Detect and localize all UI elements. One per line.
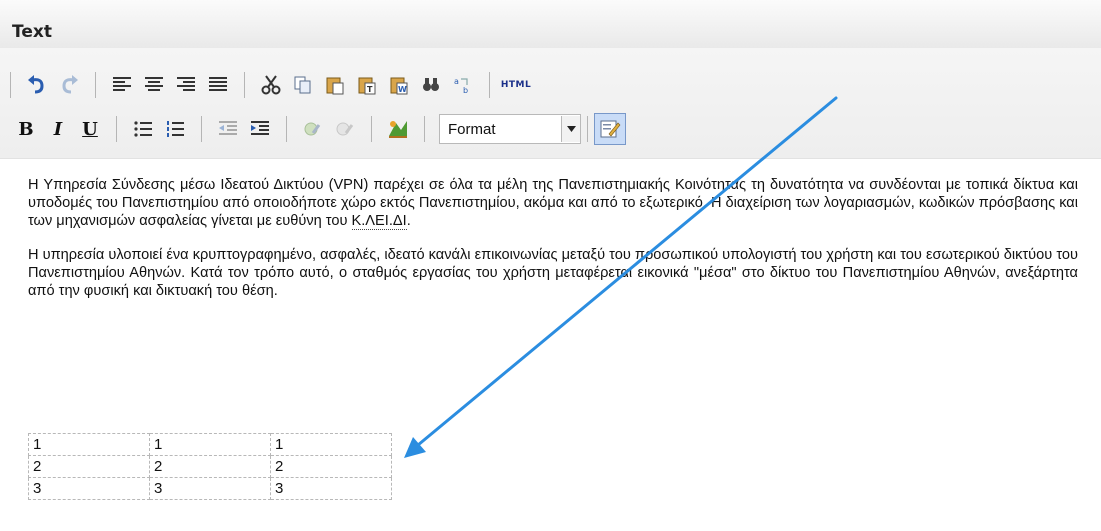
paste-text-icon: T [358, 77, 376, 95]
table-cell[interactable]: 3 [270, 477, 392, 500]
paragraph-1-end: . [406, 213, 411, 229]
align-left-button[interactable] [108, 71, 136, 99]
paragraph-1-text: Η Υπηρεσία Σύνδεσης μέσω Ιδεατού Δικτύου… [28, 177, 1078, 229]
format-select[interactable]: Format [439, 114, 581, 144]
paste-word-icon: W [390, 77, 408, 95]
pencil-edit-icon [600, 120, 621, 138]
toolbar-separator [95, 72, 96, 98]
align-center-button[interactable] [140, 71, 168, 99]
italic-button[interactable]: I [44, 115, 72, 143]
redo-icon [62, 75, 78, 94]
align-justify-icon [209, 77, 227, 91]
kleidi-abbreviation: Κ.ΛΕΙ.ΔΙ [351, 213, 407, 230]
toolbar-separator [244, 72, 245, 98]
align-center-icon [145, 77, 163, 91]
table-cell[interactable]: 2 [270, 455, 392, 478]
table-cell[interactable]: 2 [28, 455, 150, 478]
numbered-list-button[interactable] [161, 115, 189, 143]
content-paragraph-1: Η Υπηρεσία Σύνδεσης μέσω Ιδεατού Δικτύου… [28, 176, 1078, 230]
editor-header: Text [0, 0, 1101, 48]
link-icon [304, 122, 321, 136]
paste-text-button[interactable]: T [353, 71, 381, 99]
undo-icon [28, 75, 44, 94]
content-table[interactable]: 1 1 1 2 2 2 3 3 3 [28, 433, 392, 500]
format-select-value: Format [448, 120, 496, 138]
indent-icon [251, 121, 269, 135]
align-left-icon [113, 77, 131, 91]
paste-icon [326, 77, 344, 95]
table-row: 3 3 3 [28, 477, 392, 500]
find-icon [423, 78, 439, 91]
svg-text:T: T [367, 85, 373, 94]
toolbar-separator [424, 116, 425, 142]
copy-icon [294, 76, 311, 94]
cut-icon [261, 75, 281, 95]
unlink-button[interactable] [331, 115, 359, 143]
indent-button[interactable] [246, 115, 274, 143]
edit-mode-button[interactable] [594, 113, 626, 145]
toolbar-separator [489, 72, 490, 98]
align-justify-button[interactable] [204, 71, 232, 99]
svg-text:W: W [398, 85, 407, 94]
toolbar-separator [201, 116, 202, 142]
toolbar-row-1: T W a b HTML [10, 66, 532, 104]
replace-button[interactable]: a b [449, 71, 477, 99]
image-icon [389, 121, 407, 138]
find-button[interactable] [417, 71, 445, 99]
table-cell[interactable]: 1 [28, 433, 150, 456]
cut-button[interactable] [257, 71, 285, 99]
editor-title: Text [12, 22, 52, 42]
bold-button[interactable]: B [12, 115, 40, 143]
bullet-list-icon [134, 121, 152, 137]
align-right-icon [177, 77, 195, 91]
redo-button[interactable] [55, 71, 83, 99]
svg-text:b: b [463, 86, 468, 95]
align-right-button[interactable] [172, 71, 200, 99]
table-row: 1 1 1 [28, 433, 392, 456]
outdent-icon [219, 121, 237, 135]
unlink-icon [336, 122, 354, 136]
toolbar-separator [587, 116, 588, 142]
underline-button[interactable]: U [76, 115, 104, 143]
table-cell[interactable]: 1 [270, 433, 392, 456]
content-paragraph-2: Η υπηρεσία υλοποιεί ένα κρυπτογραφημένο,… [28, 247, 1078, 299]
toolbar-separator [371, 116, 372, 142]
bullet-list-button[interactable] [129, 115, 157, 143]
table-cell[interactable]: 2 [149, 455, 271, 478]
replace-icon: a b [454, 77, 468, 95]
editor-content[interactable]: Η Υπηρεσία Σύνδεσης μέσω Ιδεατού Δικτύου… [28, 176, 1078, 316]
toolbar-separator [116, 116, 117, 142]
table-cell[interactable]: 1 [149, 433, 271, 456]
paste-button[interactable] [321, 71, 349, 99]
table-cell[interactable]: 3 [149, 477, 271, 500]
paste-word-button[interactable]: W [385, 71, 413, 99]
copy-button[interactable] [289, 71, 317, 99]
numbered-list-icon [167, 121, 184, 137]
html-source-button[interactable]: HTML [501, 71, 531, 99]
table-row: 2 2 2 [28, 455, 392, 478]
insert-image-button[interactable] [384, 115, 412, 143]
insert-link-button[interactable] [299, 115, 327, 143]
table-cell[interactable]: 3 [28, 477, 150, 500]
svg-text:a: a [454, 77, 459, 86]
toolbar-separator [10, 72, 11, 98]
toolbar-separator [286, 116, 287, 142]
undo-button[interactable] [23, 71, 51, 99]
chevron-down-icon[interactable] [561, 116, 580, 142]
outdent-button[interactable] [214, 115, 242, 143]
toolbar-row-2: B I U Format [10, 110, 626, 148]
